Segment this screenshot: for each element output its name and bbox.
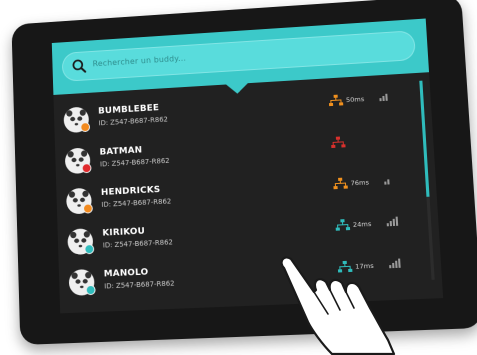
buddy-name: BATMAN: [99, 145, 143, 158]
search-icon: [70, 57, 88, 75]
network-icon: [333, 177, 348, 190]
buddy-id: ID: Z547-B687-R862: [99, 156, 170, 169]
signal-bars-icon: [379, 91, 390, 102]
avatar: [67, 228, 95, 256]
signal-bars-icon: [386, 216, 398, 227]
ping-value: 24ms: [352, 219, 372, 229]
signal-bars-icon: [384, 174, 395, 185]
hand-pointer-icon: [280, 256, 396, 355]
network-icon: [335, 219, 351, 231]
avatar: [63, 106, 91, 134]
search-input[interactable]: Rechercher un buddy...: [61, 30, 416, 82]
network-icon: [329, 94, 344, 107]
buddy-id: ID: Z547-B687-R862: [102, 238, 174, 250]
buddy-id: ID: Z547-B687-R862: [104, 279, 175, 291]
buddy-id: ID: Z547-B687-R862: [98, 115, 169, 128]
buddy-id: ID: Z547-B687-R862: [101, 197, 172, 209]
buddy-name: KIRIKOU: [102, 226, 146, 239]
ping-value: 50ms: [345, 95, 365, 105]
scrollbar-thumb[interactable]: [419, 80, 430, 197]
buddy-name: MANOLO: [103, 267, 149, 280]
buddy-name: BUMBLEBEE: [98, 103, 160, 117]
search-pointer-arrow: [226, 83, 249, 95]
ping-value: 76ms: [350, 178, 370, 188]
avatar: [65, 187, 93, 215]
search-placeholder: Rechercher un buddy...: [92, 53, 187, 69]
buddy-name: HENDRICKS: [100, 185, 161, 198]
network-icon: [331, 136, 346, 149]
avatar: [64, 147, 92, 175]
avatar: [68, 268, 96, 296]
